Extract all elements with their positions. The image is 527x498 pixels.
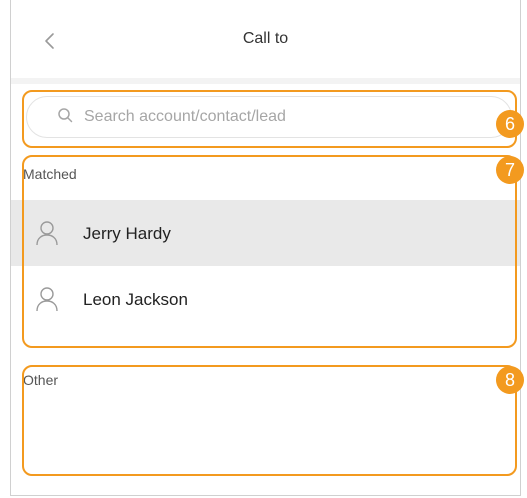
annotation-badge-8: 8 (496, 366, 524, 394)
page-title: Call to (242, 30, 289, 47)
annotation-badge-7: 7 (496, 156, 524, 184)
header-bar: Call to (11, 0, 520, 84)
annotation-badge-6: 6 (496, 110, 524, 138)
annotation-box-6 (22, 90, 517, 148)
annotation-box-8 (22, 365, 517, 476)
annotation-box-7 (22, 155, 517, 348)
